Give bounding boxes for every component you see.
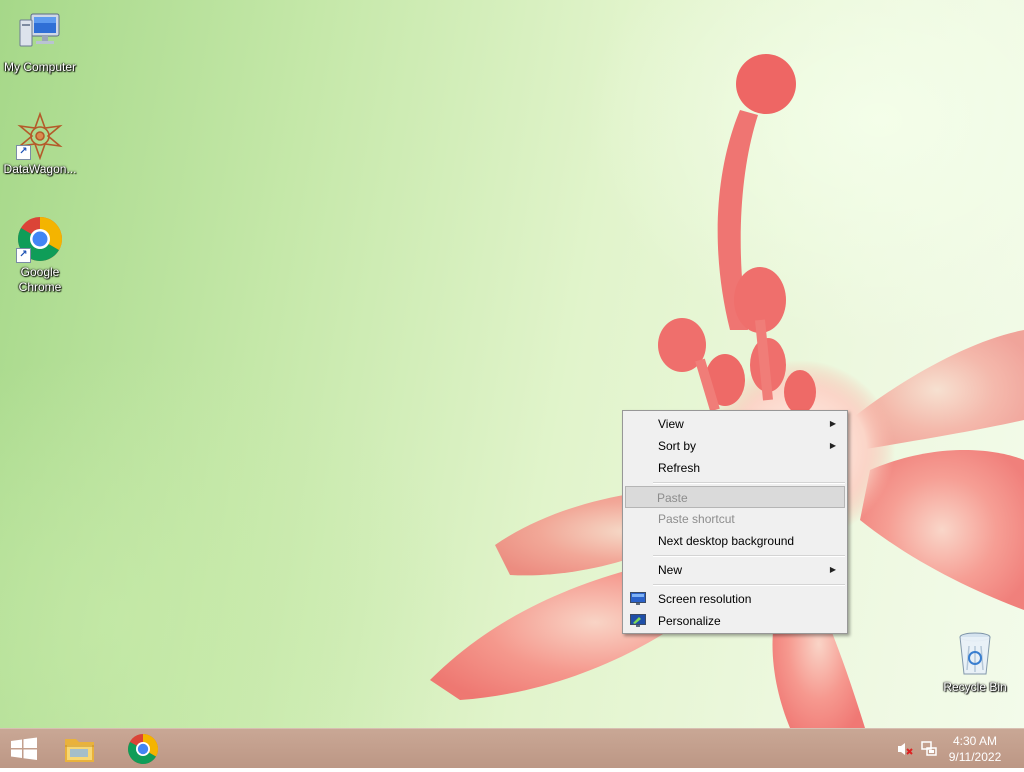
menu-item-label: View: [658, 417, 684, 431]
taskbar-google-chrome[interactable]: [119, 729, 167, 769]
menu-item-sort-by[interactable]: Sort by ▶: [625, 435, 845, 457]
desktop[interactable]: My Computer ↗ DataWagon... ↗ Google Chro…: [0, 0, 1024, 728]
submenu-arrow-icon: ▶: [829, 565, 836, 574]
menu-item-label: Paste shortcut: [658, 512, 735, 526]
menu-item-label: Personalize: [658, 614, 721, 628]
volume-muted-icon: [898, 743, 913, 755]
menu-item-paste[interactable]: Paste: [625, 486, 845, 508]
menu-item-new[interactable]: New ▶: [625, 559, 845, 581]
chrome-icon: [128, 734, 159, 765]
tray-network[interactable]: [920, 740, 938, 758]
menu-item-label: Refresh: [658, 461, 701, 475]
menu-item-label: Screen resolution: [658, 592, 752, 606]
desktop-icon-label: Google Chrome: [18, 265, 62, 294]
menu-item-next-desktop-background[interactable]: Next desktop background: [625, 530, 845, 552]
datawagon-icon: ↗: [16, 111, 64, 161]
menu-item-label: Next desktop background: [658, 534, 795, 548]
system-clock[interactable]: 4:30 AM 9/11/2022: [940, 733, 1010, 765]
folder-icon: [65, 739, 94, 762]
desktop-icon-label: Recycle Bin: [943, 680, 1007, 694]
desktop-icon-datawagon[interactable]: ↗ DataWagon...: [0, 111, 80, 177]
network-icon: [921, 741, 937, 756]
submenu-arrow-icon: ▶: [829, 419, 836, 428]
taskbar: 4:30 AM 9/11/2022: [0, 728, 1024, 768]
submenu-arrow-icon: ▶: [829, 441, 836, 450]
menu-item-label: Paste: [657, 491, 688, 505]
menu-item-refresh[interactable]: Refresh: [625, 457, 845, 479]
wallpaper-flower: [430, 54, 1024, 728]
clock-date: 9/11/2022: [948, 750, 1002, 764]
personalize-icon: [630, 614, 646, 627]
chrome-icon: ↗: [16, 215, 64, 263]
menu-separator: [653, 584, 845, 586]
tray-volume[interactable]: [896, 740, 914, 758]
shortcut-arrow-icon: ↗: [16, 145, 31, 160]
desktop-icon-label: My Computer: [3, 60, 77, 74]
desktop-icon-my-computer[interactable]: My Computer: [0, 10, 80, 75]
windows-logo-icon: [11, 737, 37, 760]
menu-item-label: New: [658, 563, 683, 577]
menu-item-paste-shortcut[interactable]: Paste shortcut: [625, 508, 845, 530]
shortcut-arrow-icon: ↗: [16, 248, 31, 263]
display-icon: [630, 592, 646, 605]
desktop-icon-google-chrome[interactable]: ↗ Google Chrome: [0, 215, 80, 295]
taskbar-file-explorer[interactable]: [56, 729, 104, 769]
menu-item-personalize[interactable]: Personalize: [625, 610, 845, 632]
computer-icon: [16, 10, 64, 58]
recycle-bin-icon: [951, 630, 999, 678]
menu-separator: [653, 555, 845, 557]
menu-item-label: Sort by: [658, 439, 697, 453]
start-button[interactable]: [0, 729, 48, 769]
desktop-icon-label: DataWagon...: [3, 162, 77, 176]
menu-item-view[interactable]: View ▶: [625, 413, 845, 435]
desktop-icon-recycle-bin[interactable]: Recycle Bin: [935, 630, 1015, 695]
menu-item-screen-resolution[interactable]: Screen resolution: [625, 588, 845, 610]
menu-separator: [653, 482, 845, 484]
desktop-context-menu: View ▶ Sort by ▶ Refresh Paste Paste sho…: [622, 410, 848, 634]
clock-time: 4:30 AM: [952, 734, 998, 748]
